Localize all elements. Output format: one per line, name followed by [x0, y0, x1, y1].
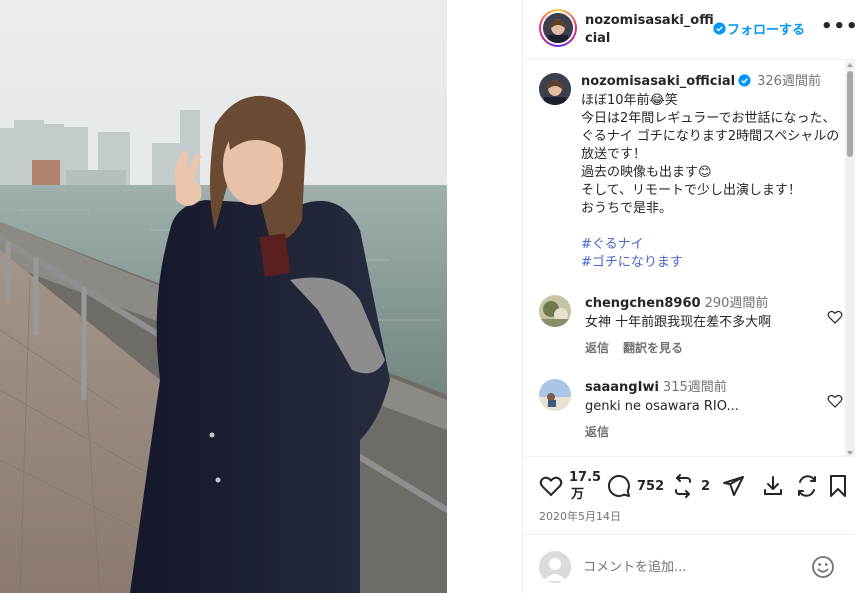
like-count[interactable]: 17.5 — [569, 470, 601, 485]
caption-line: 過去の映像も出ます😊 — [581, 165, 712, 180]
comment-input[interactable] — [583, 557, 803, 577]
refresh-icon[interactable] — [795, 474, 819, 498]
caption-line: そして、リモートで少し出演します！ — [581, 183, 801, 198]
commenter-avatar[interactable] — [539, 379, 571, 411]
scroll-down-arrow-icon[interactable] — [847, 451, 853, 455]
comment-actions: 返信 — [585, 423, 623, 440]
caption-line: ほぼ10年前😂笑 — [581, 93, 678, 108]
more-options-icon[interactable]: ••• — [821, 16, 855, 37]
author-username[interactable]: nozomisasaki_official — [585, 12, 715, 48]
comment-header: saaangIwi 315週間前 — [585, 379, 727, 397]
caption-line: おうちで是非。 — [581, 201, 673, 216]
emoji-icon[interactable] — [811, 555, 835, 579]
reply-button[interactable]: 返信 — [585, 425, 609, 439]
comment-header: chengchen8960 290週間前 — [585, 295, 768, 313]
verified-badge-icon — [713, 22, 726, 35]
comment-like-icon[interactable] — [827, 309, 843, 325]
comment-text: 女神 十年前跟我现在差不多大啊 — [585, 315, 772, 330]
share-send-icon[interactable] — [721, 474, 745, 498]
comment-text: genki ne osawara RIO... — [585, 399, 739, 414]
caption-header: nozomisasaki_official 326週間前 — [581, 73, 821, 91]
comment-like-icon[interactable] — [827, 393, 843, 409]
add-comment-bar — [523, 534, 855, 593]
translate-button[interactable]: 翻訳を見る — [623, 341, 683, 355]
download-icon[interactable] — [761, 474, 785, 498]
like-count-unit[interactable]: 万 — [571, 487, 584, 502]
commenter-username[interactable]: saaangIwi — [585, 380, 659, 395]
hashtag-link[interactable]: #ぐるナイ — [581, 236, 841, 254]
comment-actions: 返信 翻訳を見る — [585, 339, 697, 356]
repost-icon[interactable] — [671, 474, 695, 498]
photo-gap — [447, 0, 522, 593]
save-bookmark-icon[interactable] — [827, 474, 849, 498]
caption-text: ほぼ10年前😂笑 今日は2年間レギュラーでお世話になった、ぐるナイ ゴチになりま… — [581, 92, 841, 272]
scroll-up-arrow-icon[interactable] — [847, 63, 853, 67]
current-user-avatar-icon — [539, 551, 571, 583]
hashtag-link[interactable]: #ゴチになります — [581, 254, 841, 272]
comment-count[interactable]: 752 — [637, 479, 664, 494]
comment-bubble-icon[interactable] — [607, 474, 631, 498]
comment-time[interactable]: 315週間前 — [663, 380, 727, 395]
post-photo[interactable] — [0, 0, 447, 593]
reply-button[interactable]: 返信 — [585, 341, 609, 355]
comment-time[interactable]: 290週間前 — [705, 296, 769, 311]
caption-line: 今日は2年間レギュラーでお世話になった、ぐるナイ ゴチになります2時間スペシャル… — [581, 111, 840, 162]
comments-scroll-area[interactable]: nozomisasaki_official 326週間前 ほぼ10年前😂笑 今日は… — [523, 61, 855, 457]
post-date[interactable]: 2020年5月14日 — [539, 508, 621, 524]
caption-username[interactable]: nozomisasaki_official — [581, 74, 735, 89]
post-photo-area — [0, 0, 447, 593]
post-header: nozomisasaki_official フォローする ••• — [523, 0, 855, 60]
author-avatar[interactable] — [539, 9, 577, 47]
scrollbar-thumb[interactable] — [847, 71, 853, 157]
verified-badge-icon — [738, 74, 751, 87]
caption-avatar[interactable] — [539, 73, 571, 105]
commenter-username[interactable]: chengchen8960 — [585, 296, 701, 311]
caption-time[interactable]: 326週間前 — [757, 74, 821, 89]
commenter-avatar[interactable] — [539, 295, 571, 327]
repost-count[interactable]: 2 — [701, 479, 710, 494]
post-detail-panel: nozomisasaki_official フォローする ••• nozomis… — [522, 0, 855, 593]
comments-scrollbar[interactable] — [845, 61, 855, 457]
follow-button[interactable]: フォローする — [727, 19, 805, 38]
post-actions-bar: 17.5 万 752 2 — [523, 466, 855, 510]
like-heart-icon[interactable] — [539, 474, 563, 498]
